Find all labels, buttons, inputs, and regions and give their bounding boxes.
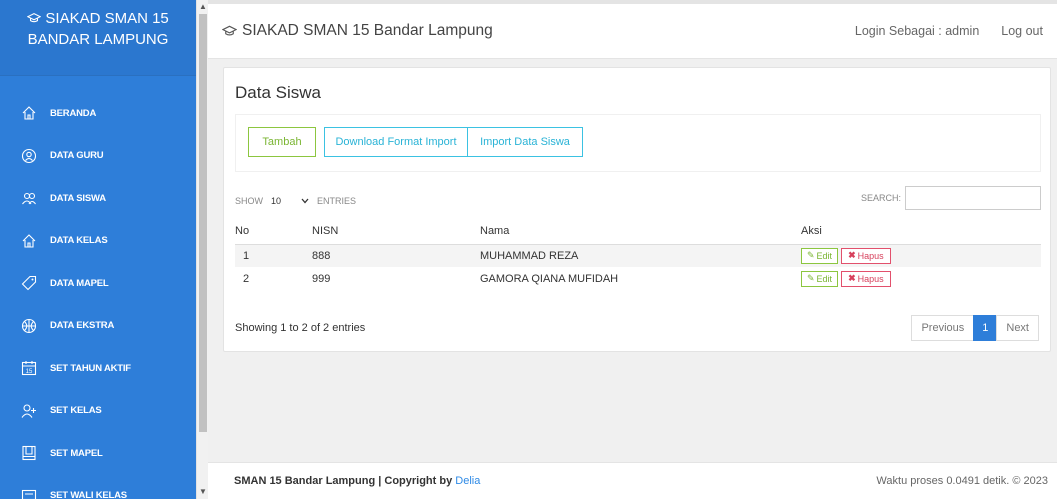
- page-title: Data Siswa: [235, 83, 321, 102]
- search-input[interactable]: [905, 186, 1041, 210]
- page-1-button[interactable]: 1: [973, 315, 998, 341]
- user-add-icon: [20, 402, 38, 420]
- sidebar-item-beranda[interactable]: BERANDA: [0, 92, 196, 135]
- close-icon: ✖: [848, 250, 856, 261]
- sidebar-item-set-wali-kelas[interactable]: SET WALI KELAS: [0, 475, 196, 499]
- column-header-nama[interactable]: Nama: [480, 218, 801, 245]
- cell-nama: MUHAMMAD REZA: [480, 244, 801, 267]
- close-icon: ✖: [848, 273, 856, 283]
- sidebar-item-label: SET KELAS: [50, 405, 102, 417]
- sidebar-item-label: DATA MAPEL: [50, 277, 109, 289]
- sidebar: SIAKAD SMAN 15 BANDAR LAMPUNG BERANDA DA…: [0, 0, 196, 499]
- import-button[interactable]: Import Data Siswa: [467, 127, 583, 157]
- brand[interactable]: SIAKAD SMAN 15 BANDAR LAMPUNG: [0, 0, 196, 76]
- sidebar-item-label: DATA EKSTRA: [50, 320, 115, 332]
- footer-process-time: Waktu proses 0.0491 detik. © 2023: [876, 475, 1048, 487]
- table-row: 1 888 MUHAMMAD REZA ✎ Edit ✖ Hapus: [235, 244, 1041, 267]
- chevron-down-icon: [301, 198, 309, 204]
- table-row: 2 999 GAMORA QIANA MUFIDAH ✎ Edit ✖ Hapus: [235, 267, 1041, 290]
- cell-no: 1: [243, 249, 250, 262]
- add-button[interactable]: Tambah: [248, 127, 316, 157]
- sidebar-item-label: DATA SISWA: [50, 192, 106, 204]
- scroll-down-arrow-icon[interactable]: ▼: [199, 487, 207, 497]
- footer-copyright: SMAN 15 Bandar Lampung | Copyright by: [234, 475, 456, 487]
- top-navbar: SIAKAD SMAN 15 Bandar Lampung Login Seba…: [208, 0, 1057, 59]
- sidebar-item-label: SET MAPEL: [50, 447, 103, 459]
- edit-button[interactable]: ✎ Edit: [801, 270, 839, 287]
- table-controls: SHOW 10 ENTRIES SEARCH:: [235, 186, 1041, 210]
- sidebar-item-data-siswa[interactable]: DATA SISWA: [0, 177, 196, 220]
- app-title[interactable]: SIAKAD SMAN 15 Bandar Lampung: [222, 22, 493, 40]
- search-label: SEARCH:: [860, 193, 901, 203]
- sidebar-item-data-guru[interactable]: DATA GURU: [0, 135, 196, 178]
- column-header-nisn[interactable]: NISN: [312, 218, 480, 245]
- footer: SMAN 15 Bandar Lampung | Copyright by De…: [208, 462, 1057, 499]
- sidebar-item-data-kelas[interactable]: DATA KELAS: [0, 220, 196, 263]
- sidebar-item-label: SET TAHUN AKTIF: [50, 362, 131, 374]
- delete-button[interactable]: ✖ Hapus: [841, 247, 891, 264]
- page-length-select[interactable]: 10: [267, 192, 313, 210]
- edit-icon: ✎: [807, 273, 815, 283]
- graduation-cap-icon: [26, 13, 42, 23]
- data-siswa-card: Data Siswa Tambah Download Format Import…: [223, 67, 1051, 352]
- calendar-icon: 15: [20, 359, 38, 377]
- entries-label: ENTRIES: [317, 196, 357, 206]
- logout-link[interactable]: Log out: [1001, 24, 1043, 38]
- sidebar-item-data-mapel[interactable]: DATA MAPEL: [0, 262, 196, 305]
- delete-button[interactable]: ✖ Hapus: [841, 270, 891, 287]
- home-icon: [20, 232, 38, 250]
- graduation-cap-icon: [222, 25, 237, 36]
- brand-line2: BANDAR LAMPUNG: [27, 31, 169, 48]
- globe-icon: [20, 317, 38, 335]
- users-icon: [20, 189, 38, 207]
- board-icon: [20, 487, 38, 499]
- edit-label: Edit: [816, 250, 833, 261]
- home-icon: [20, 104, 38, 122]
- svg-text:15: 15: [26, 369, 33, 375]
- login-as-label: Login Sebagai : admin: [854, 24, 980, 38]
- app-title-text: SIAKAD SMAN 15 Bandar Lampung: [242, 22, 493, 39]
- edit-label: Edit: [816, 273, 833, 284]
- table-info: Showing 1 to 2 of 2 entries: [235, 322, 366, 334]
- sidebar-scrollbar[interactable]: ▲ ▼: [196, 0, 208, 499]
- action-bar: Tambah Download Format Import Import Dat…: [235, 114, 1041, 172]
- sidebar-item-set-kelas[interactable]: SET KELAS: [0, 390, 196, 433]
- edit-button[interactable]: ✎ Edit: [801, 247, 839, 264]
- cell-no: 2: [243, 272, 250, 285]
- cell-nama: GAMORA QIANA MUFIDAH: [480, 267, 801, 290]
- students-table: No NISN Nama Aksi 1 888 MUHAMMAD REZA ✎ E…: [235, 218, 1041, 290]
- show-label: SHOW: [235, 196, 263, 206]
- page-length-value: 10: [271, 196, 282, 206]
- brand-line1: SIAKAD SMAN 15: [45, 10, 169, 27]
- user-icon: [20, 147, 38, 165]
- sidebar-item-set-mapel[interactable]: SET MAPEL: [0, 432, 196, 475]
- table-header-row: No NISN Nama Aksi: [235, 218, 1041, 245]
- next-page-button[interactable]: Next: [996, 315, 1039, 341]
- book-icon: [20, 444, 38, 462]
- edit-icon: ✎: [807, 250, 815, 261]
- column-header-no[interactable]: No: [235, 218, 312, 245]
- delete-label: Hapus: [857, 273, 884, 284]
- cell-nisn: 999: [312, 267, 480, 290]
- sidebar-item-label: DATA GURU: [50, 150, 104, 162]
- download-format-button[interactable]: Download Format Import: [324, 127, 468, 157]
- sidebar-menu: BERANDA DATA GURU DATA SISWA DATA KELAS …: [0, 92, 196, 499]
- sidebar-item-label: BERANDA: [50, 107, 97, 119]
- footer-author-link[interactable]: Delia: [455, 475, 480, 487]
- sidebar-item-label: DATA KELAS: [50, 235, 108, 247]
- column-header-aksi[interactable]: Aksi: [801, 218, 1041, 245]
- tag-icon: [20, 274, 38, 292]
- delete-label: Hapus: [857, 250, 884, 261]
- scrollbar-thumb[interactable]: [199, 14, 207, 432]
- cell-nisn: 888: [312, 244, 480, 267]
- previous-page-button[interactable]: Previous: [911, 315, 975, 341]
- scroll-up-arrow-icon[interactable]: ▲: [199, 2, 207, 12]
- sidebar-item-set-tahun-aktif[interactable]: 15 SET TAHUN AKTIF: [0, 347, 196, 390]
- sidebar-item-data-ekstra[interactable]: DATA EKSTRA: [0, 305, 196, 348]
- sidebar-item-label: SET WALI KELAS: [50, 490, 127, 499]
- pagination: Previous 1 Next: [911, 315, 1039, 341]
